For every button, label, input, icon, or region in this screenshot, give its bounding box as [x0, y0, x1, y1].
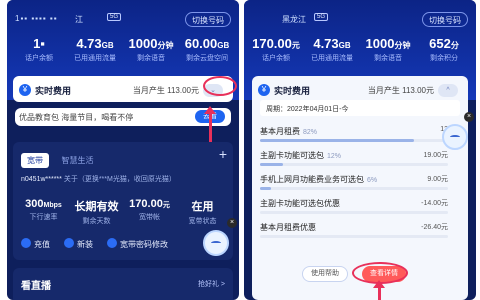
- stat-voice[interactable]: 1000分钟 剩余语音: [360, 36, 416, 63]
- region-label: 江: [75, 15, 83, 24]
- realtime-fee-card: ¥ 实时费用 当月产生 113.00元 ⌄: [13, 76, 233, 102]
- tab-smart-life[interactable]: 智慧生活: [61, 155, 93, 166]
- bb-stat-account: 170.00元 宽带帐: [129, 198, 170, 221]
- password-icon: [107, 238, 117, 248]
- fee-item: 基本月租费优惠 -26.40元: [260, 220, 448, 244]
- broadband-account: n0451w****** 关于（更换***M光猫，收回原光猫）: [21, 176, 176, 183]
- close-icon[interactable]: ×: [464, 112, 474, 122]
- fee-label: 实时费用: [274, 86, 311, 96]
- recharge-button[interactable]: 充值: [21, 238, 50, 254]
- promo-text: 优品教育包 海量节目，喝看不停: [19, 113, 134, 122]
- fee-icon: ¥: [19, 84, 31, 96]
- change-password-button[interactable]: 宽带密码修改: [107, 238, 168, 254]
- live-more-link[interactable]: 抢好礼 >: [198, 279, 225, 289]
- switch-number-button[interactable]: 切换号码: [422, 12, 468, 27]
- assistant-robot-icon[interactable]: [442, 124, 468, 150]
- fee-item: 主副卡功能可选包 12% 19.00元: [260, 148, 448, 172]
- recharge-icon: [21, 238, 31, 248]
- fee-amount: 当月产生 113.00元: [132, 86, 199, 95]
- stat-cloud[interactable]: 60.00GB 剩余云盘空间: [179, 36, 235, 63]
- billing-period: 周期：2022年04月01日-今: [260, 100, 460, 116]
- stat-balance[interactable]: 170.00元 话户余额: [248, 36, 304, 63]
- network-tag: 5G: [314, 13, 329, 21]
- fee-item: 手机上网月功能费业务可选包 6% 9.00元: [260, 172, 448, 196]
- fee-icon: ¥: [258, 84, 270, 96]
- fee-item-bar: [260, 139, 415, 142]
- promo-bar: 优品教育包 海量节目，喝看不停 去看: [15, 108, 231, 126]
- stat-data-used[interactable]: 4.73GB 已用通用流量: [304, 36, 360, 63]
- fee-item: 基本月租费82% 12: [260, 124, 448, 148]
- live-title: 看直播: [21, 281, 51, 292]
- fee-item: 主副卡功能可选包优惠 -14.00元: [260, 196, 448, 220]
- assistant-robot-icon[interactable]: [203, 230, 229, 256]
- stat-points[interactable]: 652分 剩余积分: [416, 36, 472, 63]
- fee-label: 实时费用: [35, 86, 72, 96]
- install-icon: [64, 238, 74, 248]
- highlight-circle: [203, 76, 237, 96]
- phone-screen-left: 1▪▪ ▪▪▪▪ ▪▪ 江 5G 切换号码 1▪ 话户余额 4.73GB 已用通…: [7, 0, 239, 300]
- collapse-toggle[interactable]: ^: [438, 84, 458, 97]
- annotation-arrow: [373, 280, 385, 300]
- fee-item-list: 基本月租费82% 12 主副卡功能可选包12% 19.00元 手机上网月功能费业…: [260, 124, 448, 244]
- fee-item-bar: [260, 163, 283, 166]
- close-icon[interactable]: ×: [227, 218, 237, 228]
- fee-amount: 当月产生 113.00元: [367, 86, 434, 95]
- usage-help-button[interactable]: 使用帮助: [302, 266, 348, 282]
- stat-balance[interactable]: 1▪ 话户余额: [11, 36, 67, 63]
- bb-stat-speed: 300Mbps 下行速率: [25, 198, 62, 221]
- new-install-button[interactable]: 新装: [64, 238, 93, 254]
- add-icon[interactable]: +: [219, 146, 227, 162]
- region-label: 黑龙江: [282, 15, 306, 24]
- fee-item-bar: [260, 187, 272, 190]
- broadband-card: 宽带 智慧生活 + n0451w****** 关于（更换***M光猫，收回原光猫…: [13, 142, 233, 260]
- bb-stat-days: 长期有效 剩余天数: [74, 201, 119, 225]
- tab-broadband[interactable]: 宽带: [21, 153, 49, 168]
- phone-number: 1▪▪ ▪▪▪▪ ▪▪: [15, 14, 58, 23]
- stat-data-used[interactable]: 4.73GB 已用通用流量: [67, 36, 123, 63]
- live-card: 看直播 抢好礼 >: [13, 268, 233, 300]
- switch-number-button[interactable]: 切换号码: [185, 12, 231, 27]
- bb-stat-status: 在用 宽带状态: [188, 201, 217, 225]
- phone-screen-right: 黑龙江 5G 切换号码 170.00元 话户余额 4.73GB 已用通用流量 1…: [244, 0, 476, 300]
- stat-voice[interactable]: 1000分钟 剩余语音: [123, 36, 179, 63]
- network-tag: 5G: [107, 13, 122, 21]
